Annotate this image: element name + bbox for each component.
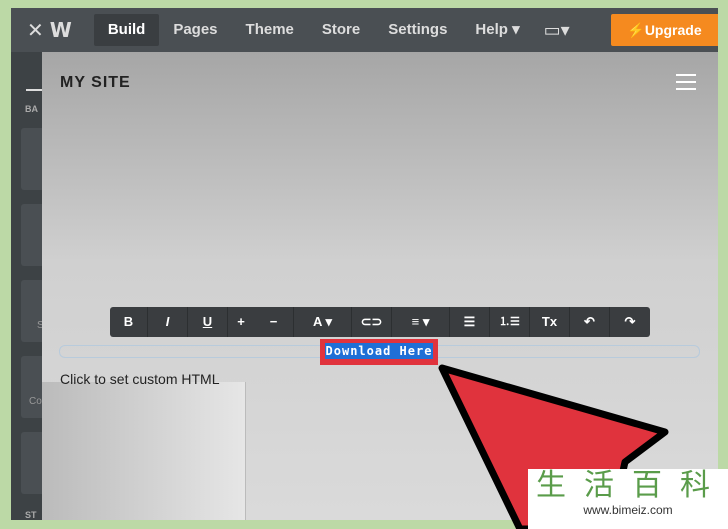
- watermark-url: www.bimeiz.com: [583, 503, 673, 517]
- pointer-arrow-annotation: [438, 364, 669, 529]
- watermark: 生活百科 www.bimeiz.com: [528, 469, 728, 529]
- watermark-cn: 生活百科: [536, 469, 728, 502]
